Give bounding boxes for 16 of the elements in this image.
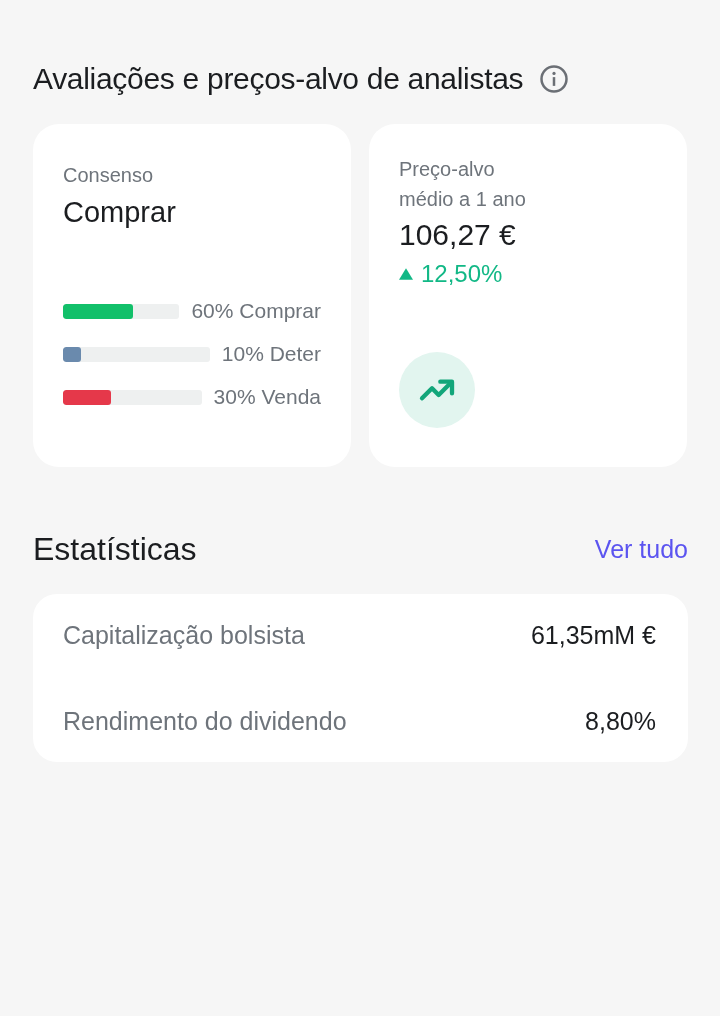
rating-label: 30% Venda [213,385,321,409]
stat-value: 61,35mM € [530,620,656,650]
view-all-link[interactable]: Ver tudo [594,535,688,564]
change-value: 12,50% [421,260,503,288]
stat-label: Rendimento do dividendo [63,706,347,736]
card-label: Preço-alvo médio a 1 ano [399,157,527,212]
rating-label: 10% Deter [221,342,321,366]
section-title: Estatísticas [33,531,197,568]
card-label: Consenso [63,163,154,188]
info-icon[interactable] [539,64,570,94]
consensus-value: Comprar [63,196,176,229]
rating-label: 60% Comprar [191,299,321,323]
stat-value: 8,80% [585,706,656,736]
target-price: 106,27 € [399,218,516,252]
stat-label: Capitalização bolsista [63,620,305,650]
section-title: Avaliações e preços-alvo de analistas [33,62,524,96]
